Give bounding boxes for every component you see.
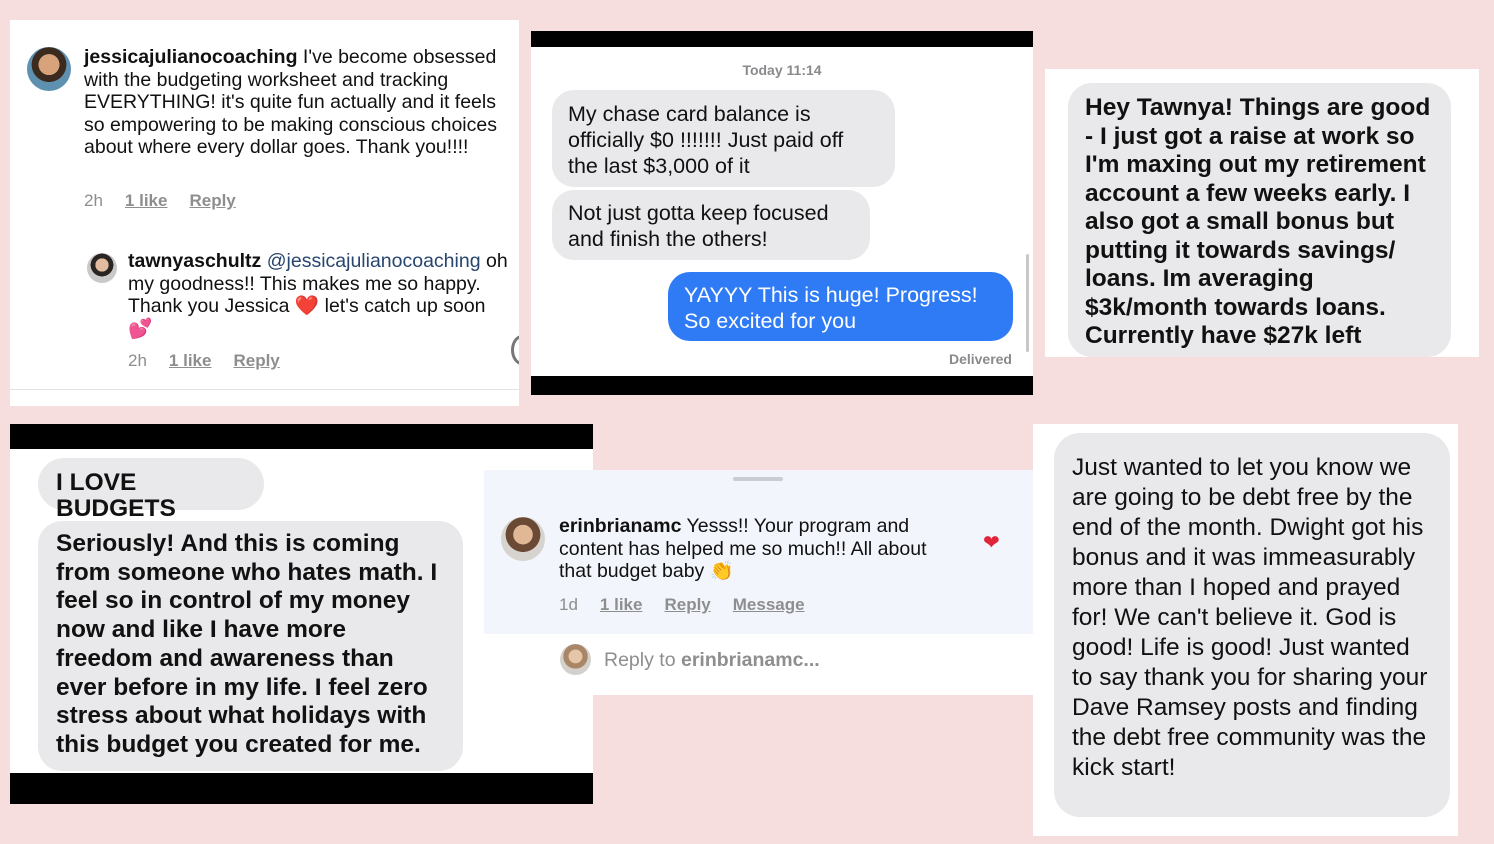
received-message-bubble: Hey Tawnya! Things are good - I just got… <box>1068 83 1451 357</box>
text-message-panel: Hey Tawnya! Things are good - I just got… <box>1045 69 1479 357</box>
avatar[interactable] <box>501 517 545 561</box>
comment-meta: 2h 1 like Reply <box>128 351 280 371</box>
received-message-bubble: Just wanted to let you know we are going… <box>1054 433 1450 817</box>
like-count-link[interactable]: 1 like <box>600 595 643 615</box>
comment-time: 1d <box>559 595 578 614</box>
reply-placeholder: Reply to <box>604 649 676 671</box>
heart-icon[interactable]: ❤ <box>983 530 1000 555</box>
bottom-black-bar <box>531 376 1033 395</box>
comment-meta: 1d 1 like Reply Message <box>559 595 805 615</box>
mention-link[interactable]: @jessicajulianocoaching <box>267 250 481 272</box>
reply-input[interactable]: Reply to erinbrianamc... <box>604 649 820 672</box>
received-message-bubble: I LOVE BUDGETS <box>38 458 264 522</box>
reply-link[interactable]: Reply <box>189 191 235 211</box>
sent-message-bubble: YAYYY This is huge! Progress! So excited… <box>668 272 1013 341</box>
two-hearts-icon: 💕 <box>128 317 153 340</box>
comment-time: 2h <box>84 191 103 210</box>
top-black-bar <box>10 424 593 449</box>
reply-link[interactable]: Reply <box>233 351 279 371</box>
received-message-bubble: Seriously! And this is coming from someo… <box>38 521 463 771</box>
imessage-panel: Today 11:14 My chase card balance is off… <box>531 31 1033 395</box>
bottom-black-bar <box>10 773 593 804</box>
reply-target: erinbrianamc... <box>680 649 820 671</box>
message-link[interactable]: Message <box>733 595 805 615</box>
instagram-comment-panel: erinbrianamc Yesss!! Your program and co… <box>484 470 1033 695</box>
avatar[interactable] <box>87 253 117 283</box>
received-message-bubble: Not just gotta keep focused and finish t… <box>552 190 870 260</box>
instagram-comment-panel: jessicajulianocoaching I've become obses… <box>10 20 519 406</box>
comment-username[interactable]: tawnyaschultz <box>128 250 261 272</box>
comment-jessica: jessicajulianocoaching I've become obses… <box>84 46 509 159</box>
red-heart-icon: ❤️ <box>294 295 320 317</box>
top-black-bar <box>531 31 1033 47</box>
comment-time: 2h <box>128 351 147 370</box>
like-count-link[interactable]: 1 like <box>169 351 212 371</box>
drag-handle[interactable] <box>733 477 783 481</box>
comment-meta: 2h 1 like Reply <box>84 191 236 211</box>
comment-body: let's catch up soon <box>324 295 486 317</box>
delivery-status: Delivered <box>948 351 1012 367</box>
reply-link[interactable]: Reply <box>664 595 710 615</box>
clapping-hands-icon: 👏 <box>709 560 734 582</box>
avatar <box>560 644 591 675</box>
text-message-panel: Just wanted to let you know we are going… <box>1033 424 1458 836</box>
like-count-link[interactable]: 1 like <box>125 191 168 211</box>
divider <box>10 389 519 390</box>
comment-username[interactable]: erinbrianamc <box>559 515 681 537</box>
comment-tawnya: tawnyaschultz @jessicajulianocoaching oh… <box>128 250 514 340</box>
comment-erin: erinbrianamc Yesss!! Your program and co… <box>559 515 954 583</box>
avatar[interactable] <box>27 47 71 91</box>
scrollbar[interactable] <box>1026 254 1029 352</box>
comment-username[interactable]: jessicajulianocoaching <box>84 46 298 68</box>
message-timestamp: Today 11:14 <box>742 62 822 78</box>
received-message-bubble: My chase card balance is officially $0 !… <box>552 90 895 187</box>
